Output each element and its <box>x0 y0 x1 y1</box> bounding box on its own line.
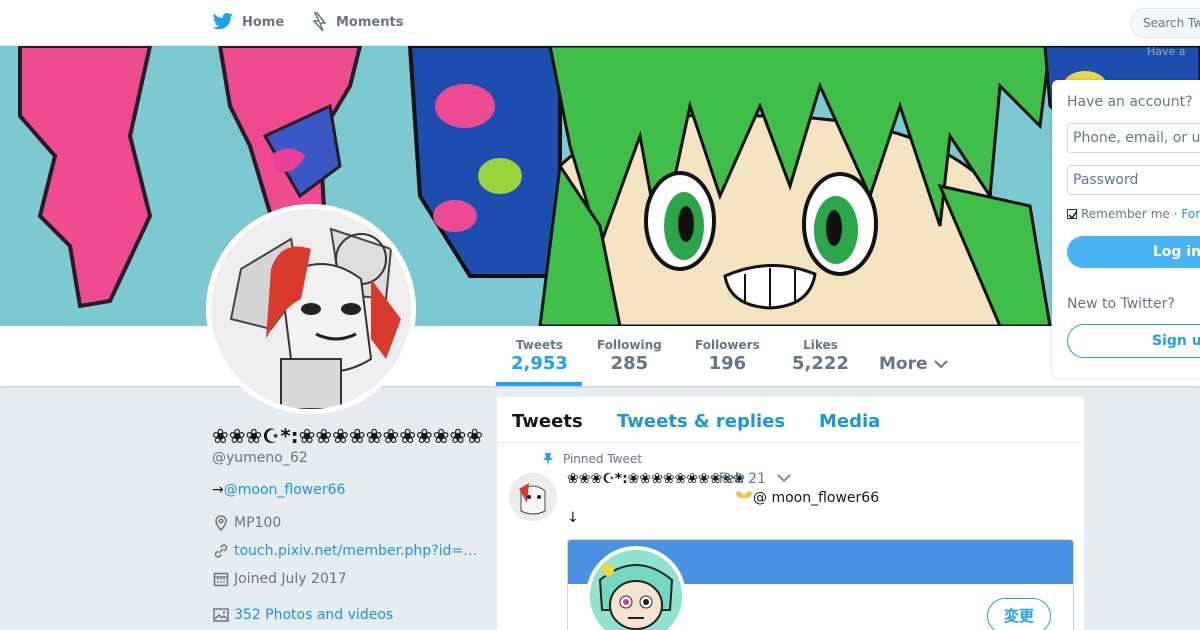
stat-following-value: 285 <box>610 353 649 374</box>
pinned-text: Pinned Tweet <box>563 452 642 466</box>
pinned-label: Pinned Tweet <box>542 452 642 466</box>
butterfly-emoji-icon <box>736 491 752 499</box>
tweet-arrow-text: ↓ <box>567 510 579 526</box>
lightning-icon <box>312 12 327 32</box>
bio-prefix: → <box>212 482 224 498</box>
active-tab-indicator <box>496 382 582 386</box>
profile-joined: Joined July 2017 <box>212 570 347 588</box>
embed-avatar-image <box>590 550 682 630</box>
search-placeholder: Search Tw <box>1143 16 1200 30</box>
remember-me-label: Remember me <box>1081 207 1170 221</box>
chevron-down-icon <box>933 360 948 369</box>
profile-photos: 352 Photos and videos <box>212 606 393 624</box>
nav-moments[interactable]: Moments <box>312 12 403 32</box>
profile-display-name: ❀❀❀☪*:❀❀❀❀❀❀❀❀❀❀❀ <box>212 424 483 448</box>
profile-avatar[interactable] <box>206 204 416 414</box>
location-text: MP100 <box>234 515 282 531</box>
pin-icon <box>543 453 553 466</box>
stat-tweets-value: 2,953 <box>511 353 568 374</box>
avatar-image <box>211 209 411 409</box>
stat-followers[interactable]: Followers 196 <box>695 338 760 374</box>
forgot-password-link[interactable]: · Forg <box>1174 207 1200 221</box>
tweet-date[interactable]: · Feb 21 <box>710 471 766 487</box>
remember-me-checkbox[interactable] <box>1067 209 1078 220</box>
profile-stats-nav: Tweets 2,953 Following 285 Followers 196… <box>0 326 1200 386</box>
profile-banner <box>0 46 1200 326</box>
profile-website: touch.pixiv.net/member.php?id=… <box>212 542 477 560</box>
stat-followers-label: Followers <box>695 338 760 352</box>
stat-tweets-label: Tweets <box>515 338 564 352</box>
tweet-mention: @ moon_flower66 <box>735 490 879 506</box>
change-button[interactable]: 変更 <box>987 598 1051 630</box>
tab-media[interactable]: Media <box>819 411 880 432</box>
tab-tweets-replies[interactable]: Tweets & replies <box>617 411 785 432</box>
stat-likes[interactable]: Likes 5,222 <box>792 338 849 374</box>
calendar-icon <box>213 572 229 587</box>
username-field[interactable] <box>1067 123 1200 153</box>
checkmark-icon <box>1068 210 1078 220</box>
top-navigation-bar: Home Moments Search Tw <box>0 0 1200 46</box>
embedded-profile-card[interactable]: 変更 <box>567 539 1074 630</box>
stat-following[interactable]: Following 285 <box>597 338 662 374</box>
signup-button[interactable]: Sign up <box>1067 324 1200 358</box>
photo-icon <box>213 608 229 622</box>
bio-mention-link[interactable]: @moon_flower66 <box>224 482 346 498</box>
nav-home[interactable]: Home <box>212 12 284 32</box>
photos-link[interactable]: 352 Photos and videos <box>234 607 393 623</box>
location-pin-icon <box>215 515 227 532</box>
tab-tweets[interactable]: Tweets <box>512 411 583 432</box>
more-dropdown[interactable]: More <box>879 354 948 374</box>
profile-handle[interactable]: @yumeno_62 <box>212 450 308 466</box>
login-button[interactable]: Log in <box>1067 236 1200 268</box>
stat-followers-value: 196 <box>708 353 747 374</box>
new-to-twitter-label: New to Twitter? <box>1067 296 1175 312</box>
search-input[interactable]: Search Tw <box>1130 8 1200 38</box>
tweet-mention-text[interactable]: @ moon_flower66 <box>753 490 879 506</box>
nav-moments-label: Moments <box>336 14 404 30</box>
timeline: Tweets Tweets & replies Media Pinned Twe… <box>497 397 1084 630</box>
stat-following-label: Following <box>597 338 662 352</box>
remember-me-row: Remember me · Forg <box>1067 207 1200 221</box>
login-panel: Have an account? Remember me · Forg Log … <box>1052 80 1200 378</box>
profile-bio: →@moon_flower66 <box>212 482 345 498</box>
login-title: Have an account? <box>1067 94 1193 110</box>
twitter-bird-icon <box>212 13 234 30</box>
more-label: More <box>879 354 928 374</box>
nav-home-label: Home <box>242 14 285 30</box>
stat-tweets[interactable]: Tweets 2,953 <box>511 338 568 374</box>
banner-image <box>0 46 1200 326</box>
login-hint-text: Have a <box>1147 45 1186 58</box>
stat-likes-label: Likes <box>803 338 838 352</box>
tweet-avatar[interactable] <box>509 473 557 521</box>
stat-likes-value: 5,222 <box>792 353 849 374</box>
website-link[interactable]: touch.pixiv.net/member.php?id=… <box>234 543 477 559</box>
tweet-avatar-image <box>509 473 557 521</box>
chevron-down-icon[interactable] <box>777 473 791 483</box>
timeline-tabs: Tweets Tweets & replies Media <box>497 397 1084 443</box>
profile-location: MP100 <box>212 514 281 532</box>
password-field[interactable] <box>1067 165 1200 195</box>
link-icon <box>214 544 228 558</box>
joined-text: Joined July 2017 <box>234 571 347 587</box>
